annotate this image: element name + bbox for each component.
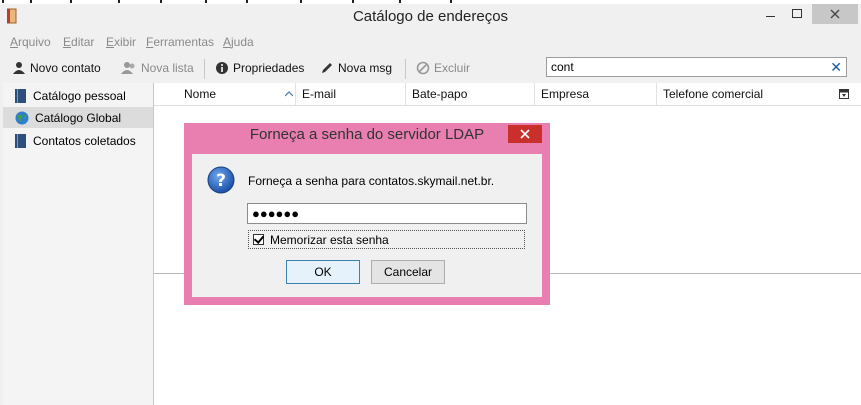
delete-icon — [416, 61, 430, 75]
new-message-button[interactable]: Nova msg — [320, 59, 392, 77]
properties-button[interactable]: Propriedades — [215, 59, 304, 77]
directory-sidebar: Catálogo pessoal Catálogo Global Contato… — [3, 83, 154, 405]
menu-editar[interactable]: Editar — [63, 35, 94, 49]
dialog-message: Forneça a senha para contatos.skymail.ne… — [248, 174, 495, 188]
close-icon — [830, 9, 840, 19]
globe-icon — [15, 111, 29, 124]
question-icon: ? — [207, 166, 235, 194]
sidebar-item-label: Catálogo Global — [35, 110, 122, 125]
column-chat[interactable]: Bate-papo — [412, 87, 467, 101]
title-bar: Catálogo de endereços — [0, 4, 861, 32]
close-icon[interactable]: ✕ — [830, 59, 842, 76]
close-window-button[interactable] — [812, 4, 858, 24]
menu-ajuda[interactable]: Ajuda — [223, 35, 254, 49]
password-field[interactable]: ●●●●●● — [247, 203, 527, 224]
maximize-icon — [791, 9, 802, 18]
properties-label: Propriedades — [233, 61, 305, 75]
dialog-title: Forneça a senha do servidor LDAP — [249, 126, 485, 143]
search-value: cont — [551, 60, 574, 74]
toolbar-separator — [405, 59, 406, 79]
column-picker-icon[interactable] — [839, 89, 849, 99]
maximize-button[interactable] — [782, 4, 812, 24]
column-work-phone[interactable]: Telefone comercial — [663, 87, 763, 101]
close-icon — [520, 129, 530, 139]
window-title: Catálogo de endereços — [352, 8, 509, 25]
password-mask: ●●●●●● — [252, 206, 300, 221]
column-separator — [656, 83, 657, 105]
new-contact-icon — [13, 62, 25, 74]
column-separator — [295, 83, 296, 105]
sidebar-item-personal[interactable]: Catálogo pessoal — [3, 85, 153, 106]
ldap-password-dialog: Forneça a senha do servidor LDAP ? Forne… — [184, 123, 550, 305]
checkbox-checked-icon[interactable] — [253, 234, 264, 245]
minimize-icon — [766, 16, 775, 17]
column-company[interactable]: Empresa — [541, 87, 589, 101]
cancel-button[interactable]: Cancelar — [371, 260, 445, 284]
menu-arquivo[interactable]: Arquivo — [10, 35, 51, 49]
sidebar-item-label: Catálogo pessoal — [33, 88, 126, 103]
sidebar-item-collected[interactable]: Contatos coletados — [3, 130, 153, 151]
new-list-icon — [121, 62, 135, 74]
column-header: Nome E-mail Bate-papo Empresa Telefone c… — [154, 83, 861, 106]
column-separator — [534, 83, 535, 105]
column-separator — [405, 83, 406, 105]
sidebar-item-label: Contatos coletados — [33, 133, 136, 148]
new-message-label: Nova msg — [338, 61, 393, 75]
sort-ascending-icon — [285, 91, 293, 97]
remember-password-checkbox[interactable]: Memorizar esta senha — [248, 230, 525, 249]
delete-button[interactable]: Excluir — [416, 59, 470, 77]
book-icon — [15, 133, 26, 148]
menu-bar: Arquivo Editar Exibir Ferramentas Ajuda — [0, 32, 861, 52]
new-contact-label: Novo contato — [30, 61, 101, 75]
new-list-label: Nova lista — [141, 61, 194, 75]
toolbar-separator — [204, 59, 205, 79]
column-email[interactable]: E-mail — [302, 87, 336, 101]
dialog-close-button[interactable] — [508, 125, 542, 143]
dialog-body: ? Forneça a senha para contatos.skymail.… — [192, 154, 542, 297]
remember-password-label: Memorizar esta senha — [270, 232, 389, 247]
svg-text:?: ? — [216, 171, 226, 191]
info-icon — [216, 62, 228, 74]
delete-label: Excluir — [434, 61, 471, 75]
ok-button[interactable]: OK — [286, 260, 360, 284]
sidebar-item-global[interactable]: Catálogo Global — [3, 107, 153, 128]
menu-ferramentas[interactable]: Ferramentas — [146, 35, 214, 49]
new-contact-button[interactable]: Novo contato — [12, 59, 101, 77]
book-icon — [15, 88, 26, 103]
menu-exibir[interactable]: Exibir — [106, 35, 136, 49]
pencil-icon — [322, 63, 332, 73]
new-list-button[interactable]: Nova lista — [121, 59, 194, 77]
search-input[interactable]: cont ✕ — [546, 57, 847, 77]
column-name[interactable]: Nome — [184, 87, 216, 101]
